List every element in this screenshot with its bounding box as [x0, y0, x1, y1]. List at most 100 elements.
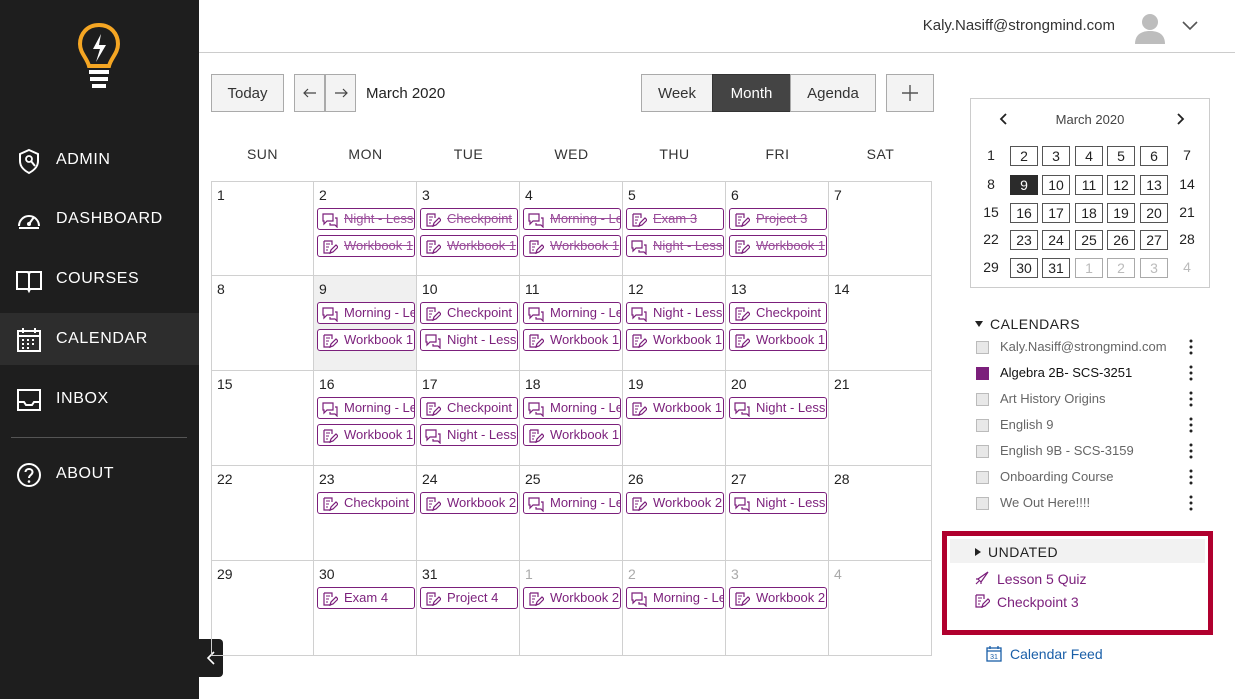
calendar-toggle-checkbox[interactable]: [976, 419, 989, 432]
today-button[interactable]: Today: [211, 74, 284, 112]
sidebar-item-inbox[interactable]: INBOX: [0, 373, 199, 425]
day-cell[interactable]: 1: [211, 181, 314, 276]
mini-calendar-day[interactable]: 26: [1107, 230, 1135, 250]
day-cell[interactable]: 2 Night - Lesson Workbook 1: [314, 181, 417, 276]
mini-calendar-day[interactable]: 2: [1010, 146, 1038, 166]
calendar-event[interactable]: Night - Lesson: [729, 492, 827, 514]
day-cell[interactable]: 3 Checkpoint Workbook 1: [417, 181, 520, 276]
day-cell[interactable]: 5 Exam 3 Night - Lesson: [623, 181, 726, 276]
day-cell[interactable]: 16 Morning - Lesson Workbook 1: [314, 371, 417, 466]
month-view-button[interactable]: Month: [712, 74, 791, 112]
mini-calendar-day[interactable]: 3: [1042, 146, 1070, 166]
calendar-toggle-checkbox[interactable]: [976, 341, 989, 354]
calendar-event[interactable]: Workbook 1: [523, 329, 621, 351]
mini-next-chevron-icon[interactable]: [1174, 113, 1186, 125]
mini-calendar-day[interactable]: 2: [1107, 258, 1135, 278]
day-cell[interactable]: 9 Morning - Lesson Workbook 1: [314, 276, 417, 371]
calendar-event[interactable]: Workbook 1: [523, 235, 621, 257]
calendar-event[interactable]: Morning - Lesson: [317, 397, 415, 419]
more-options-icon[interactable]: [1188, 469, 1194, 485]
more-options-icon[interactable]: [1188, 495, 1194, 511]
day-cell[interactable]: 18 Morning - Lesson Workbook 1: [520, 371, 623, 466]
undated-item-lesson-5-quiz[interactable]: Lesson 5 Quiz: [997, 571, 1087, 587]
user-avatar-icon[interactable]: [1133, 10, 1167, 44]
calendar-name[interactable]: Onboarding Course: [1000, 469, 1113, 484]
mini-calendar-day[interactable]: 12: [1107, 175, 1135, 195]
day-cell[interactable]: 28: [829, 466, 932, 561]
day-cell[interactable]: 29: [211, 561, 314, 656]
undated-item-checkpoint-3[interactable]: Checkpoint 3: [997, 594, 1079, 610]
calendar-toggle-checkbox[interactable]: [976, 497, 989, 510]
mini-calendar-day[interactable]: 22: [977, 230, 1005, 250]
calendar-event[interactable]: Workbook 1: [420, 235, 518, 257]
sidebar-item-courses[interactable]: COURSES: [0, 253, 199, 305]
mini-calendar-day[interactable]: 1: [1075, 258, 1103, 278]
day-cell[interactable]: 20 Night - Lesson: [726, 371, 829, 466]
calendar-event[interactable]: Workbook 2: [420, 492, 518, 514]
mini-calendar-day[interactable]: 15: [977, 203, 1005, 223]
sidebar-item-calendar[interactable]: CALENDAR: [0, 313, 199, 365]
day-cell[interactable]: 8: [211, 276, 314, 371]
mini-calendar-day[interactable]: 27: [1140, 230, 1168, 250]
week-view-button[interactable]: Week: [641, 74, 713, 112]
mini-calendar-day[interactable]: 25: [1075, 230, 1103, 250]
more-options-icon[interactable]: [1188, 365, 1194, 381]
calendar-event[interactable]: Morning - Lesson: [523, 492, 621, 514]
mini-calendar-day[interactable]: 23: [1010, 230, 1038, 250]
calendar-event[interactable]: Project 3: [729, 208, 827, 230]
calendar-event[interactable]: Night - Lesson: [729, 397, 827, 419]
calendar-event[interactable]: Checkpoint: [420, 208, 518, 230]
mini-calendar-day[interactable]: 14: [1173, 175, 1201, 195]
day-cell[interactable]: 10 Checkpoint Night - Lesson: [417, 276, 520, 371]
calendar-feed-link[interactable]: 31 Calendar Feed: [986, 645, 1103, 662]
calendar-event[interactable]: Night - Lesson: [420, 329, 518, 351]
calendar-event[interactable]: Workbook 1: [626, 329, 724, 351]
day-cell[interactable]: 2 Morning - Lesson: [623, 561, 726, 656]
day-cell[interactable]: 3 Workbook 2: [726, 561, 829, 656]
day-cell[interactable]: 15: [211, 371, 314, 466]
more-options-icon[interactable]: [1188, 391, 1194, 407]
mini-calendar-day[interactable]: 9: [1010, 175, 1038, 195]
chevron-down-icon[interactable]: [1181, 18, 1199, 32]
mini-calendar-day[interactable]: 19: [1107, 203, 1135, 223]
day-cell[interactable]: 23 Checkpoint: [314, 466, 417, 561]
calendar-event[interactable]: Checkpoint: [729, 302, 827, 324]
sidebar-item-admin[interactable]: ADMIN: [0, 134, 199, 186]
calendar-event[interactable]: Morning - Lesson: [523, 397, 621, 419]
add-event-button[interactable]: [886, 74, 934, 112]
day-cell[interactable]: 30 Exam 4: [314, 561, 417, 656]
day-cell[interactable]: 17 Checkpoint Night - Lesson: [417, 371, 520, 466]
calendar-event[interactable]: Exam 4: [317, 587, 415, 609]
day-cell[interactable]: 22: [211, 466, 314, 561]
day-cell[interactable]: 4: [829, 561, 932, 656]
day-cell[interactable]: 27 Night - Lesson: [726, 466, 829, 561]
calendar-event[interactable]: Project 4: [420, 587, 518, 609]
mini-calendar-day[interactable]: 13: [1140, 175, 1168, 195]
calendar-event[interactable]: Workbook 2: [626, 492, 724, 514]
mini-calendar-day[interactable]: 7: [1173, 146, 1201, 166]
calendar-event[interactable]: Workbook 1: [317, 329, 415, 351]
day-cell[interactable]: 7: [829, 181, 932, 276]
mini-calendar-day[interactable]: 29: [977, 258, 1005, 278]
mini-calendar-day[interactable]: 31: [1042, 258, 1070, 278]
day-cell[interactable]: 1 Workbook 2: [520, 561, 623, 656]
calendar-event[interactable]: Checkpoint: [317, 492, 415, 514]
calendar-name[interactable]: English 9B - SCS-3159: [1000, 443, 1134, 458]
mini-calendar-day[interactable]: 21: [1173, 203, 1201, 223]
calendar-name[interactable]: Art History Origins: [1000, 391, 1105, 406]
more-options-icon[interactable]: [1188, 339, 1194, 355]
calendar-event[interactable]: Workbook 2: [523, 587, 621, 609]
undated-section-toggle[interactable]: UNDATED: [975, 544, 1058, 560]
calendar-name[interactable]: Algebra 2B- SCS-3251: [1000, 365, 1132, 380]
mini-calendar-day[interactable]: 20: [1140, 203, 1168, 223]
mini-calendar-day[interactable]: 3: [1140, 258, 1168, 278]
calendar-event[interactable]: Night - Lesson: [626, 302, 724, 324]
calendar-event[interactable]: Night - Lesson: [420, 424, 518, 446]
day-cell[interactable]: 13 Checkpoint Workbook 1: [726, 276, 829, 371]
calendar-event[interactable]: Workbook 1: [317, 235, 415, 257]
calendar-event[interactable]: Morning - Lesson: [523, 302, 621, 324]
mini-calendar-day[interactable]: 4: [1173, 258, 1201, 278]
calendar-event[interactable]: Checkpoint: [420, 397, 518, 419]
day-cell[interactable]: 14: [829, 276, 932, 371]
mini-calendar-day[interactable]: 30: [1010, 258, 1038, 278]
